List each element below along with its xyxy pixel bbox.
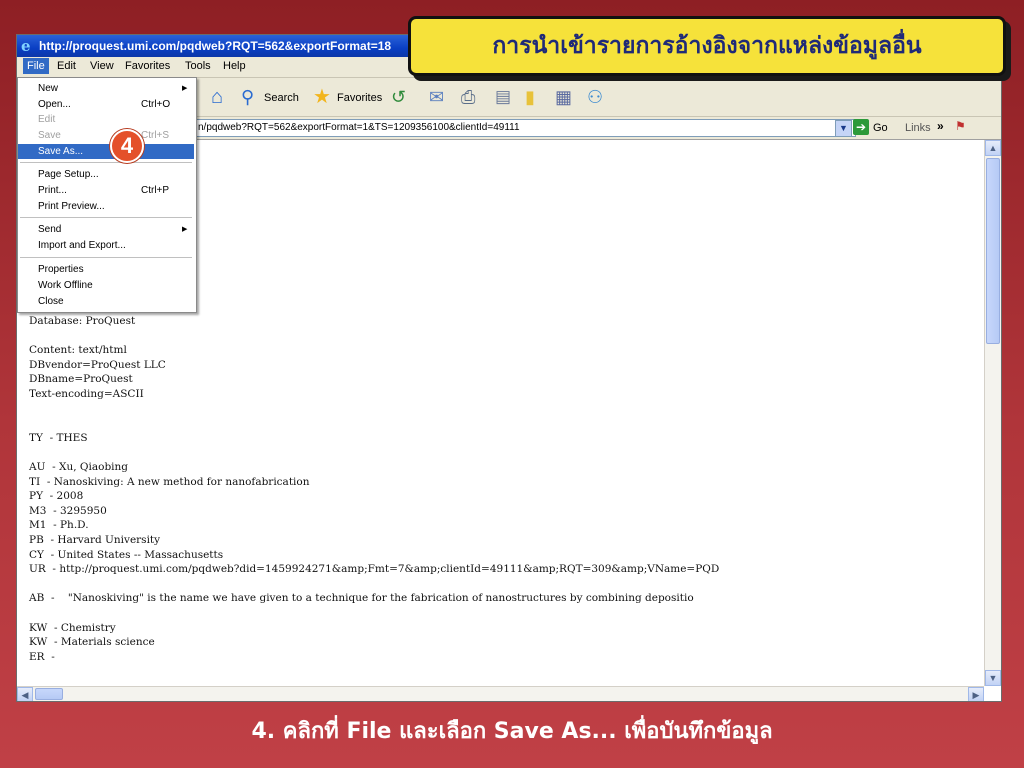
text-line: PY - 2008 xyxy=(29,490,84,503)
text-line: TI - Nanoskiving: A new method for nanof… xyxy=(29,475,310,488)
text-line: KW - Materials science xyxy=(29,636,155,649)
menu-item-label: Print... xyxy=(38,185,67,196)
menu-item-label: Open... xyxy=(38,99,71,110)
menu-item-label: Page Setup... xyxy=(38,169,99,180)
go-button[interactable]: Go xyxy=(873,122,888,134)
submenu-arrow-icon: ▶ xyxy=(182,226,188,233)
menu-item-label: Send xyxy=(38,224,62,235)
text-line: M3 - 3295950 xyxy=(29,504,107,517)
text-line: Database: ProQuest xyxy=(29,315,136,327)
file-menu-dropdown: New ▶ Open... Ctrl+O Edit Save Ctrl+S Save As..… xyxy=(17,77,197,313)
menu-item-label: Close xyxy=(38,296,64,307)
menu-item-label: Properties xyxy=(38,264,84,275)
horizontal-scroll-thumb[interactable] xyxy=(35,688,63,700)
file-menu-item-edit: Edit xyxy=(18,112,194,127)
home-icon[interactable]: ⌂ xyxy=(211,86,223,108)
slide-caption: 4. คลิกที่ File และเลือก Save As... เพื่… xyxy=(251,719,773,744)
text-line: CY - United States -- Massachusetts xyxy=(29,548,224,561)
go-arrow-icon[interactable]: ➔ xyxy=(853,119,869,135)
vertical-scrollbar[interactable]: ▲ ▼ xyxy=(984,140,1001,686)
menu-favorites[interactable]: Favorites xyxy=(125,60,170,72)
step-badge: 4 xyxy=(110,129,144,163)
menu-item-shortcut: Ctrl+S xyxy=(141,130,170,141)
scroll-left-icon[interactable]: ◀ xyxy=(17,687,33,701)
text-line: DBvendor=ProQuest LLC xyxy=(29,358,166,371)
menu-item-label: Work Offline xyxy=(38,280,93,291)
menu-view[interactable]: View xyxy=(90,60,114,72)
menu-item-label: New xyxy=(38,83,59,94)
file-menu-item-import-and-export[interactable]: Import and Export... xyxy=(18,238,194,253)
search-icon[interactable]: ⚲ xyxy=(241,86,254,108)
text-line: Content: text/html xyxy=(29,344,127,357)
menu-item-label: Import and Export... xyxy=(38,240,126,251)
submenu-arrow-icon: ▶ xyxy=(182,85,188,92)
window-title: http://proquest.umi.com/pqdweb?RQT=562&e… xyxy=(39,39,392,53)
text-line: AB - "Nanoskiving" is the name we have g… xyxy=(29,592,694,605)
file-menu-item-open[interactable]: Open... Ctrl+O xyxy=(18,97,194,112)
menu-item-label: Edit xyxy=(38,114,56,125)
addon-icon[interactable]: ⚑ xyxy=(955,119,966,133)
text-line: TY - THES xyxy=(29,431,88,444)
edit-icon[interactable]: ▤ xyxy=(495,86,511,108)
menu-separator xyxy=(20,217,192,218)
file-menu-item-properties[interactable]: Properties xyxy=(18,262,194,277)
text-line: Text-encoding=ASCII xyxy=(29,388,144,400)
text-line: KW - Chemistry xyxy=(29,621,116,634)
menu-edit[interactable]: Edit xyxy=(57,60,76,72)
menu-tools[interactable]: Tools xyxy=(185,60,211,72)
internet-explorer-icon: e xyxy=(21,37,31,55)
print-icon[interactable]: ⎙ xyxy=(461,86,475,108)
menu-item-shortcut: Ctrl+O xyxy=(141,99,171,110)
horizontal-scrollbar[interactable]: ◀ ▶ xyxy=(17,686,984,701)
favorites-button-label[interactable]: Favorites xyxy=(337,92,382,104)
file-menu-item-send[interactable]: Send ▶ xyxy=(18,222,194,237)
menu-item-label: Save As... xyxy=(38,146,84,157)
file-menu-item-new[interactable]: New ▶ xyxy=(18,81,194,96)
menu-help[interactable]: Help xyxy=(223,60,246,72)
search-button-label[interactable]: Search xyxy=(264,92,299,104)
menu-separator xyxy=(20,162,192,163)
folder-icon[interactable]: ▮ xyxy=(525,86,535,108)
menu-separator xyxy=(20,257,192,258)
menu-item-label: Print Preview... xyxy=(38,201,105,212)
history-icon[interactable]: ↺ xyxy=(391,86,406,108)
slide-heading: การนำเข้ารายการอ้างอิงจากแหล่งข้อมูลอื่น xyxy=(408,16,1006,76)
favorites-icon[interactable]: ★ xyxy=(313,86,331,108)
file-menu-item-print[interactable]: Print... Ctrl+P xyxy=(18,183,194,198)
mail-icon[interactable]: ✉ xyxy=(429,86,444,108)
file-menu-item-work-offline[interactable]: Work Offline xyxy=(18,278,194,293)
file-menu-item-save: Save Ctrl+S xyxy=(18,128,194,143)
scroll-right-icon[interactable]: ▶ xyxy=(968,687,984,701)
links-label[interactable]: Links xyxy=(905,122,931,134)
address-input[interactable]: n/pqdweb?RQT=562&exportFormat=1&TS=12093… xyxy=(193,119,856,137)
scroll-up-icon[interactable]: ▲ xyxy=(985,140,1001,156)
text-line: PB - Harvard University xyxy=(29,534,161,546)
links-chevron-icon[interactable]: » xyxy=(937,119,944,133)
text-line: ER - xyxy=(29,650,55,663)
menu-item-shortcut: Ctrl+P xyxy=(141,185,170,196)
file-menu-item-close[interactable]: Close xyxy=(18,294,194,309)
text-line: DBname=ProQuest xyxy=(29,373,133,386)
messenger-icon[interactable]: ⚇ xyxy=(587,86,603,108)
menu-item-label: Save xyxy=(38,130,61,141)
scroll-down-icon[interactable]: ▼ xyxy=(985,670,1001,686)
address-dropdown-icon[interactable]: ▼ xyxy=(835,120,852,137)
text-line: M1 - Ph.D. xyxy=(29,519,89,532)
file-menu-item-page-setup[interactable]: Page Setup... xyxy=(18,167,194,182)
text-line: AU - Xu, Qiaobing xyxy=(29,461,129,473)
menu-file[interactable]: File xyxy=(23,58,49,74)
file-menu-item-save-as[interactable]: Save As... xyxy=(18,144,194,159)
file-menu-item-print-preview[interactable]: Print Preview... xyxy=(18,199,194,214)
vertical-scroll-thumb[interactable] xyxy=(986,158,1000,344)
text-line: UR - http://proquest.umi.com/pqdweb?did=… xyxy=(29,563,720,576)
research-icon[interactable]: ▦ xyxy=(555,86,572,108)
